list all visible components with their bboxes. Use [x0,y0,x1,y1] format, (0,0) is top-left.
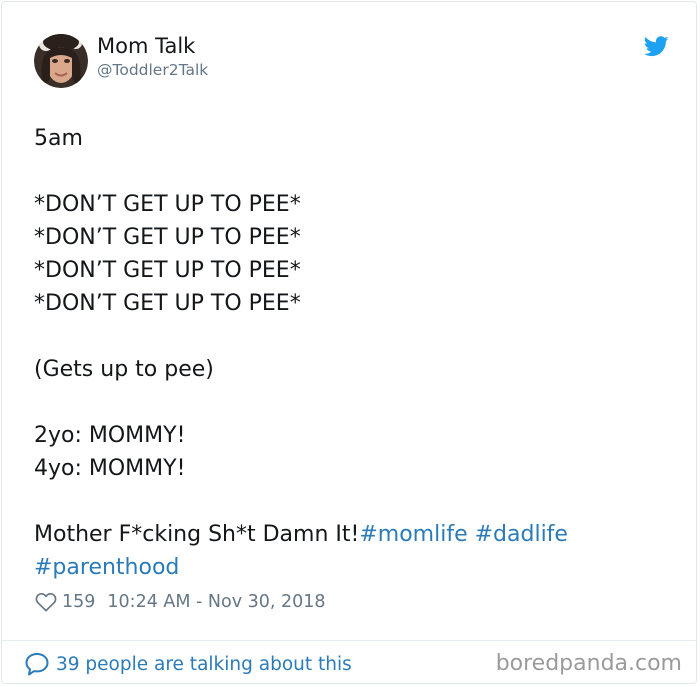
tweet-timestamp[interactable]: 10:24 AM - Nov 30, 2018 [107,592,325,612]
tweet-line: *DON’T GET UP TO PEE* [34,291,301,316]
tweet-line: *DON’T GET UP TO PEE* [34,258,301,283]
tweet-final-text: Mother F*cking Sh*t Damn It! [34,522,360,547]
hashtag-dadlife[interactable]: #dadlife [475,522,568,547]
tweet-final-line: Mother F*cking Sh*t Damn It!#momlife #da… [34,518,674,551]
tweet-line: (Gets up to pee) [34,357,214,382]
boredpanda-watermark: boredpanda.com [495,651,682,676]
author-display-name[interactable]: Mom Talk [97,33,195,59]
tweet-card: Mom Talk @Toddler2Talk 5am *DON’T GET UP… [1,1,697,684]
divider [2,640,696,641]
speech-bubble-icon [24,651,50,677]
tweet-hashtag-line: #parenthood [34,551,674,584]
hashtag-parenthood[interactable]: #parenthood [34,555,179,580]
author-handle[interactable]: @Toddler2Talk [97,60,208,80]
tweet-text: 5am *DON’T GET UP TO PEE* *DON’T GET UP … [34,122,674,584]
talking-about-link[interactable]: 39 people are talking about this [24,650,352,678]
tweet-line: *DON’T GET UP TO PEE* [34,192,301,217]
talking-about-text: 39 people are talking about this [56,653,352,675]
tweet-line: *DON’T GET UP TO PEE* [34,225,301,250]
heart-icon[interactable] [35,592,57,612]
like-count[interactable]: 159 [62,592,95,612]
tweet-line: 5am [34,126,83,151]
hashtag-momlife[interactable]: #momlife [359,522,467,547]
twitter-bird-icon[interactable] [643,36,669,57]
tweet-line: 2yo: MOMMY! [34,423,186,448]
avatar[interactable] [34,34,88,88]
tweet-line: 4yo: MOMMY! [34,456,186,481]
tweet-meta: 159 10:24 AM - Nov 30, 2018 [35,589,326,615]
